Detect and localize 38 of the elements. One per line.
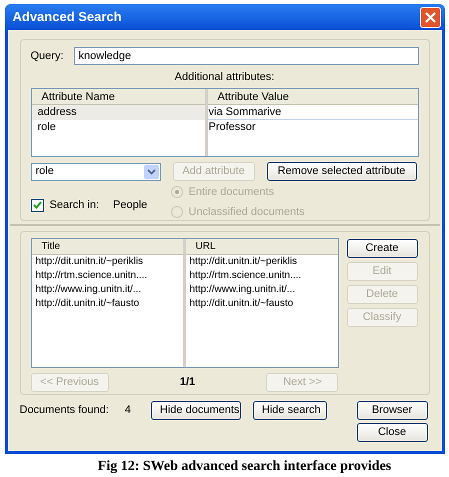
column-header[interactable]: Title <box>32 239 182 255</box>
table-cell[interactable]: address <box>32 104 204 120</box>
button[interactable]: Remove selected attribute <box>266 162 416 181</box>
table-cell[interactable]: http://www.ing.unitn.it/... <box>186 283 338 297</box>
table-cell[interactable]: role <box>32 120 204 134</box>
table-cell[interactable]: http://dit.unitn.it/~fausto <box>186 297 338 311</box>
column-header[interactable]: URL <box>186 239 338 255</box>
query-field[interactable]: knowledge <box>74 47 418 65</box>
close-icon <box>424 12 436 22</box>
documents-found-count: 4 <box>124 403 131 418</box>
column-header[interactable]: Attribute Value <box>208 88 418 104</box>
checkmark-icon <box>32 201 42 209</box>
chevron-down-icon <box>144 164 158 178</box>
button[interactable]: Create <box>346 239 418 258</box>
table-cell[interactable]: http://rtm.science.unitn.... <box>186 269 338 283</box>
button[interactable]: Browser <box>356 401 428 420</box>
search-in-checkbox[interactable] <box>30 198 44 212</box>
window-title: Advanced Search <box>12 8 122 26</box>
attribute-dropdown[interactable]: role <box>30 162 160 180</box>
figure-caption: Fig 12: SWeb advanced search interface provides <box>96 458 392 476</box>
table-cell[interactable]: http://dit.unitn.it/~periklis <box>186 255 338 269</box>
table-cell[interactable]: via Sommarive <box>208 104 418 120</box>
button[interactable]: Hide search <box>252 401 327 420</box>
button[interactable]: Close <box>356 423 428 442</box>
search-in-value: People <box>113 198 148 213</box>
documents-found-label: Documents found: <box>20 403 109 418</box>
table-cell[interactable]: Professor <box>208 120 418 134</box>
table-cell[interactable]: http://www.ing.unitn.it/... <box>32 283 182 297</box>
table-cell[interactable]: http://rtm.science.unitn.... <box>32 269 182 283</box>
table-cell[interactable]: http://dit.unitn.it/~fausto <box>32 297 182 311</box>
close-button[interactable] <box>420 6 440 28</box>
query-label: Query: <box>30 48 64 64</box>
page-indicator: 1/1 <box>180 375 196 390</box>
table-cell[interactable]: http://dit.unitn.it/~periklis <box>32 255 182 269</box>
column-header[interactable]: Attribute Name <box>32 88 204 104</box>
button[interactable]: Hide documents <box>150 401 241 420</box>
search-in-label: Search in: <box>50 198 100 213</box>
attributes-heading: Additional attributes: <box>174 70 274 85</box>
